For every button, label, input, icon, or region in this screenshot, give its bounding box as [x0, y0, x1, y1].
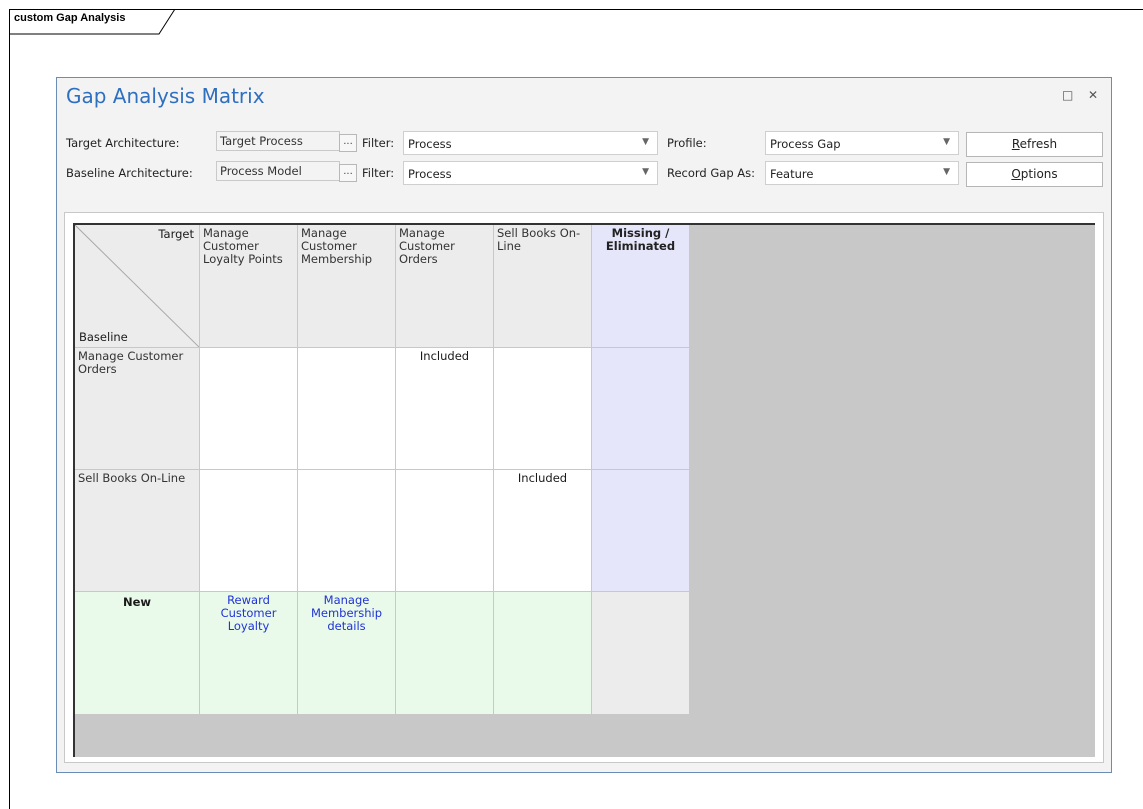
target-architecture-field: Target Process: [216, 131, 340, 151]
close-icon[interactable]: ✕: [1088, 88, 1098, 102]
new-cell[interactable]: [494, 592, 592, 715]
frame-title: custom Gap Analysis: [14, 12, 126, 24]
chevron-down-icon: ▼: [943, 137, 950, 147]
row-header[interactable]: Sell Books On-Line: [75, 470, 200, 592]
record-gap-value: Feature: [770, 167, 814, 181]
matrix-cell-included[interactable]: Included: [396, 348, 494, 470]
corner-target-label: Target: [158, 227, 194, 241]
gap-analysis-window: Gap Analysis Matrix □ ✕ Target Architect…: [56, 77, 1112, 773]
corner-baseline-label: Baseline: [79, 330, 128, 344]
matrix-cell[interactable]: [298, 348, 396, 470]
baseline-filter-select[interactable]: Process ▼: [403, 161, 658, 185]
window-title: Gap Analysis Matrix: [66, 84, 265, 108]
gap-matrix: Target Baseline Manage Customer Loyalty …: [73, 223, 1095, 757]
column-header[interactable]: Sell Books On-Line: [494, 225, 592, 348]
record-gap-label: Record Gap As:: [667, 166, 756, 180]
matrix-cell-included[interactable]: Included: [494, 470, 592, 592]
restore-icon[interactable]: □: [1062, 88, 1073, 102]
options-button[interactable]: Options: [966, 162, 1103, 187]
new-cell[interactable]: [396, 592, 494, 715]
profile-value: Process Gap: [770, 137, 841, 151]
target-architecture-label: Target Architecture:: [66, 136, 180, 150]
matrix-container: Target Baseline Manage Customer Loyalty …: [64, 212, 1104, 763]
missing-cell[interactable]: [592, 470, 690, 592]
empty-corner-cell: [592, 592, 690, 715]
row-header[interactable]: Manage Customer Orders: [75, 348, 200, 470]
baseline-architecture-label: Baseline Architecture:: [66, 166, 193, 180]
refresh-button[interactable]: Refresh: [966, 132, 1103, 157]
matrix-cell[interactable]: [298, 470, 396, 592]
baseline-browse-button[interactable]: ...: [339, 164, 357, 182]
matrix-cell[interactable]: [200, 348, 298, 470]
new-element-link[interactable]: Reward Customer Loyalty: [200, 592, 298, 715]
matrix-cell[interactable]: [200, 470, 298, 592]
chevron-down-icon: ▼: [943, 167, 950, 177]
matrix-cell[interactable]: [396, 470, 494, 592]
missing-cell[interactable]: [592, 348, 690, 470]
new-row-header: New: [75, 592, 200, 715]
missing-eliminated-header: Missing / Eliminated: [592, 225, 690, 348]
matrix-cell[interactable]: [494, 348, 592, 470]
target-browse-button[interactable]: ...: [339, 134, 357, 152]
matrix-corner-cell: Target Baseline: [75, 225, 200, 348]
record-gap-select[interactable]: Feature ▼: [765, 161, 959, 185]
profile-select[interactable]: Process Gap ▼: [765, 131, 959, 155]
target-filter-value: Process: [408, 137, 452, 151]
column-header[interactable]: Manage Customer Membership: [298, 225, 396, 348]
chevron-down-icon: ▼: [642, 167, 649, 177]
chevron-down-icon: ▼: [642, 137, 649, 147]
baseline-filter-value: Process: [408, 167, 452, 181]
profile-label: Profile:: [667, 136, 707, 150]
column-header[interactable]: Manage Customer Loyalty Points: [200, 225, 298, 348]
target-filter-label: Filter:: [362, 136, 395, 150]
baseline-architecture-field: Process Model: [216, 161, 340, 181]
column-header[interactable]: Manage Customer Orders: [396, 225, 494, 348]
target-filter-select[interactable]: Process ▼: [403, 131, 658, 155]
new-element-link[interactable]: Manage Membership details: [298, 592, 396, 715]
baseline-filter-label: Filter:: [362, 166, 395, 180]
